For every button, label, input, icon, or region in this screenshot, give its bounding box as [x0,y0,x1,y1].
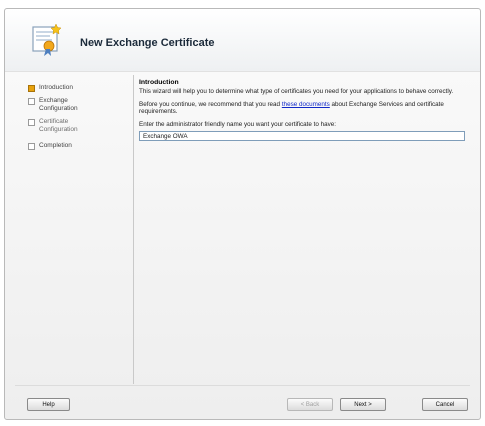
next-button[interactable]: Next > [340,398,386,411]
step-exchange-configuration[interactable]: Exchange Configuration [28,97,101,112]
wizard-window: New Exchange Certificate Introduction Ex… [4,8,481,420]
intro-text: This wizard will help you to determine w… [139,88,454,95]
step-label: Exchange Configuration [39,97,78,112]
step-pending-icon [28,143,35,150]
footer-separator [15,385,470,386]
wizard-content: Introduction This wizard will help you t… [139,79,469,141]
step-completion[interactable]: Completion [28,142,101,150]
content-heading: Introduction [139,79,179,86]
sidebar-divider [133,75,134,384]
back-button[interactable]: < Back [287,398,333,411]
step-label: Completion [39,142,72,149]
documents-link[interactable]: these documents [282,101,330,108]
friendly-name-prompt: Enter the administrator friendly name yo… [139,120,337,128]
friendly-name-input[interactable] [139,131,465,141]
step-active-icon [28,85,35,92]
step-pending-icon [28,98,35,105]
certificate-wizard-icon [32,23,62,56]
step-label: Introduction [39,84,73,91]
step-certificate-configuration[interactable]: Certificate Configuration [28,118,101,133]
recommendation-text-before: Before you continue, we recommend that y… [139,100,282,108]
step-pending-icon [28,119,35,126]
wizard-header: New Exchange Certificate [5,9,480,72]
wizard-step-list: Introduction Exchange Configuration Cert… [5,71,129,384]
step-introduction[interactable]: Introduction [28,84,101,92]
cancel-button[interactable]: Cancel [422,398,468,411]
help-button[interactable]: Help [27,398,70,411]
wizard-title: New Exchange Certificate [80,37,215,49]
step-label: Certificate Configuration [39,118,78,133]
recommendation-text: Before you continue, we recommend that y… [139,101,469,116]
